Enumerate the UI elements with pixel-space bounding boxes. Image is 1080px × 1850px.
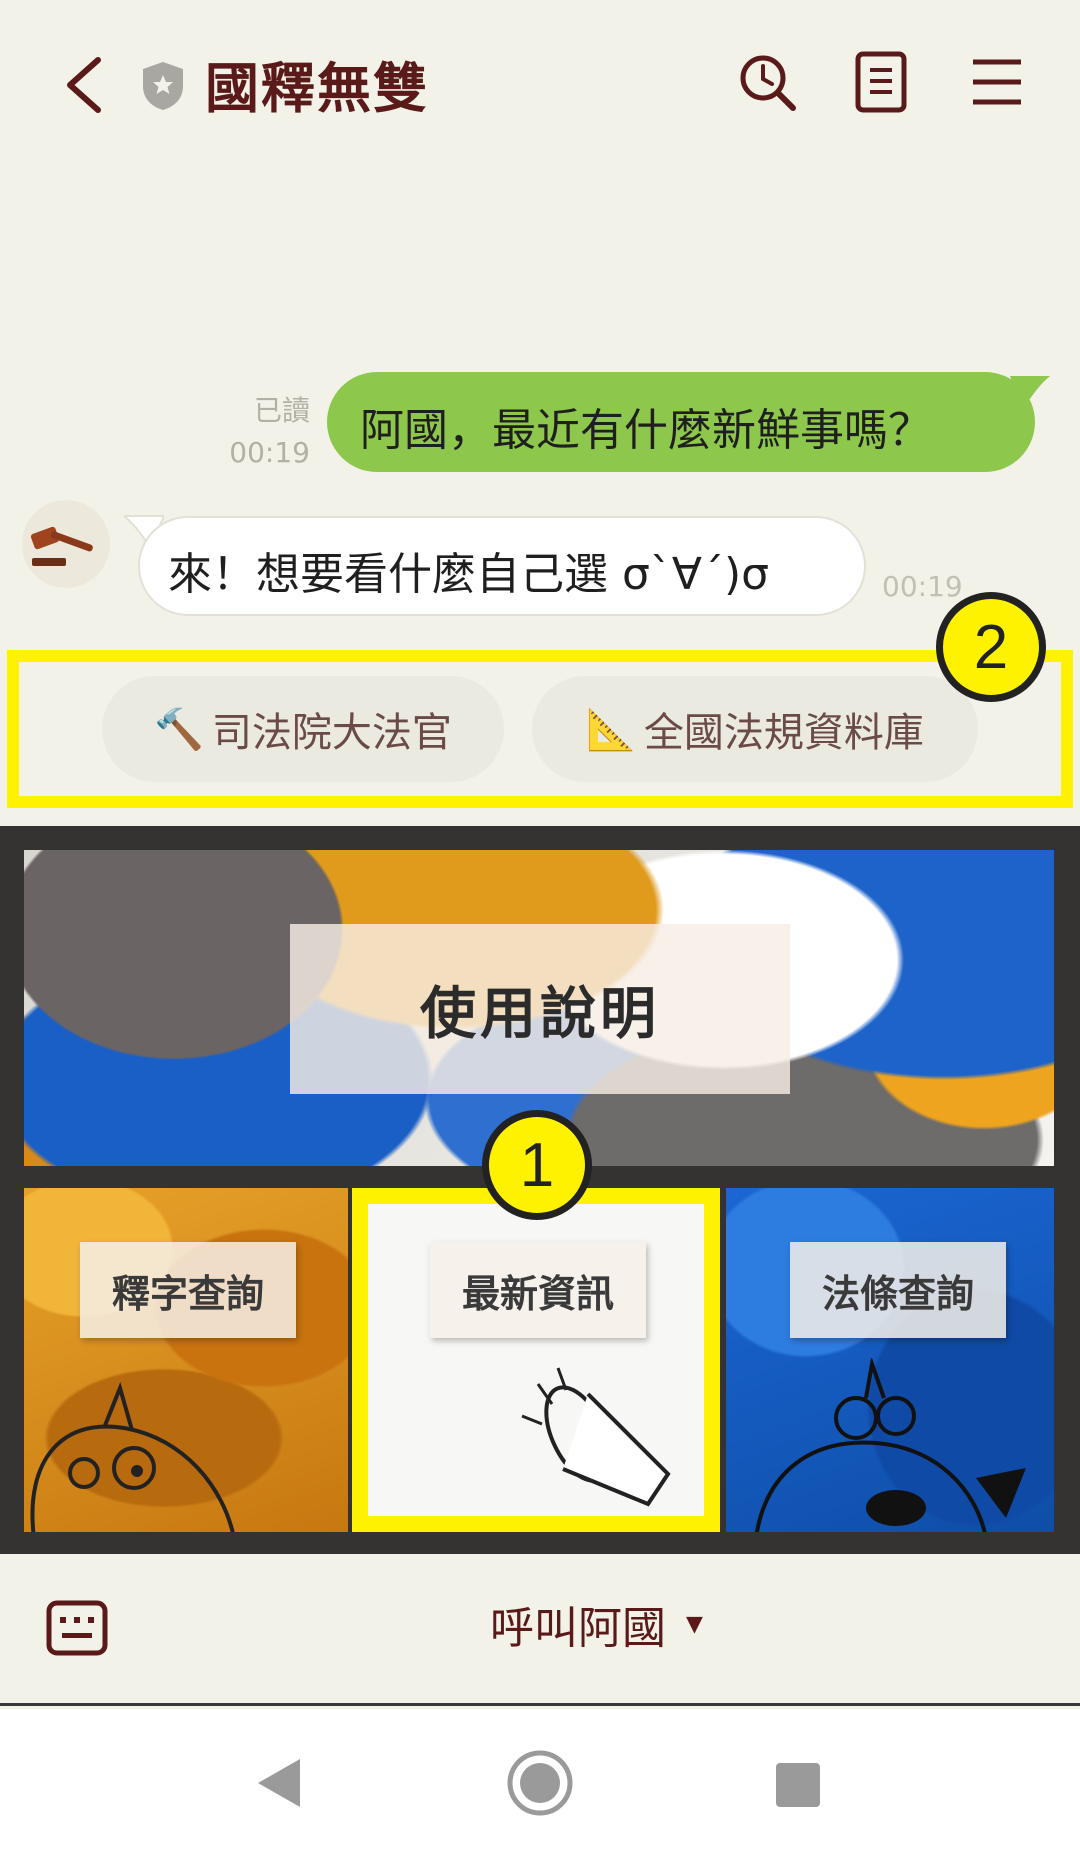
dropdown-arrow-icon: ▼ [686, 1611, 703, 1637]
message-meta: 已讀 00:19 [200, 390, 310, 474]
rich-menu-interpretation-search[interactable] [24, 1188, 348, 1532]
call-menu-toggle[interactable]: 呼叫阿國 ▼ [490, 1592, 703, 1656]
quick-reply-label: 全國法規資料庫 [643, 710, 924, 756]
rich-menu-interpretation-label: 釋字查詢 [80, 1242, 296, 1338]
notes-icon[interactable] [850, 50, 914, 114]
chat-header: 國釋無雙 [0, 0, 1080, 170]
nav-home-icon[interactable] [506, 1749, 574, 1817]
nav-recents-icon[interactable] [774, 1761, 822, 1809]
chat-title: 國釋無雙 [205, 57, 429, 120]
nav-back-icon[interactable] [254, 1757, 306, 1809]
rich-menu-latest-news[interactable] [352, 1188, 720, 1532]
call-menu-label: 呼叫阿國 [490, 1603, 666, 1654]
read-receipt: 已讀 [253, 394, 310, 427]
menu-icon[interactable] [965, 50, 1029, 114]
rich-menu-instructions-label: 使用說明 [290, 924, 790, 1094]
annotation-marker-1: 1 [482, 1110, 592, 1220]
outgoing-message-text: 阿國，最近有什麼新鮮事嗎？ [360, 405, 932, 456]
bubble-tail [1010, 376, 1050, 410]
rich-menu-article-label: 法條查詢 [790, 1242, 1006, 1338]
message-time: 00:19 [882, 570, 963, 603]
incoming-message-text: 來！想要看什麼自己選 σ`∀´)σ [168, 549, 770, 600]
keyboard-icon[interactable] [46, 1600, 108, 1656]
quick-reply-judicial-yuan[interactable]: 🔨 司法院大法官 [102, 676, 504, 782]
hammer-icon: 🔨 [154, 706, 204, 753]
dragon-doodle [755, 1358, 1026, 1532]
rich-menu-article-search[interactable] [726, 1188, 1054, 1532]
annotation-marker-2: 2 [936, 592, 1046, 702]
avatar[interactable] [22, 500, 110, 588]
monster-doodle [30, 1381, 235, 1532]
back-arrow-icon[interactable] [58, 50, 118, 120]
message-time: 00:19 [229, 436, 310, 469]
search-history-icon[interactable] [735, 50, 799, 114]
shield-icon [143, 62, 183, 110]
system-navigation-bar [0, 1709, 1080, 1850]
megaphone-icon [521, 1367, 671, 1507]
gavel-icon [30, 526, 93, 566]
quick-reply-label: 司法院大法官 [211, 710, 452, 756]
quick-reply-law-database[interactable]: 📐 全國法規資料庫 [532, 676, 978, 782]
rich-menu-news-label: 最新資訊 [430, 1242, 646, 1338]
triangular-ruler-icon: 📐 [586, 706, 636, 753]
